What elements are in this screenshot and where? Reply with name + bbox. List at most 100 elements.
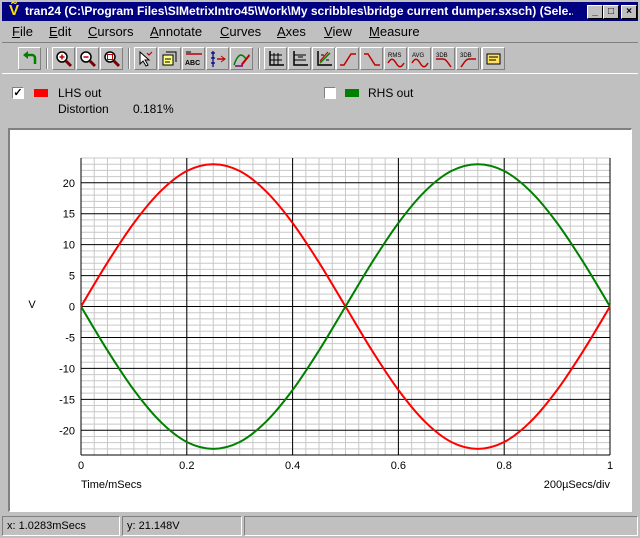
legend-panel: ✓ LHS out RHS out Distortion 0.181% xyxy=(2,80,638,124)
y-tick-label: -10 xyxy=(59,363,75,375)
lhs-color-swatch xyxy=(34,89,48,97)
annotate-icon xyxy=(162,51,177,66)
x-tick-label: 1 xyxy=(607,460,613,472)
curve-pen-button[interactable] xyxy=(230,47,253,70)
y-tick-label: 0 xyxy=(69,302,75,314)
abc-text: ABC xyxy=(185,60,200,67)
avg-button[interactable]: AVG xyxy=(408,47,431,70)
3db-lowpass-icon: 3DB xyxy=(436,53,452,68)
cursor-pointer-button[interactable] xyxy=(134,47,157,70)
3db-lowpass-button[interactable]: 3DB xyxy=(432,47,455,70)
rhs-color-swatch xyxy=(345,89,359,97)
properties-button[interactable] xyxy=(482,47,505,70)
3db-highpass-button[interactable]: 3DB xyxy=(456,47,479,70)
title-bar[interactable]: Ṽ tran24 (C:\Program Files\SIMetrixIntro… xyxy=(2,2,638,21)
app-window: Ṽ tran24 (C:\Program Files\SIMetrixIntro… xyxy=(0,0,640,538)
menu-view-label: iew xyxy=(332,24,352,39)
avg-text: AVG xyxy=(412,53,425,59)
menu-file-label: ile xyxy=(19,24,33,39)
scatter-axes-icon xyxy=(317,51,332,66)
grid-axes-icon xyxy=(269,51,284,66)
cursor-line-icon xyxy=(211,51,226,67)
menu-edit[interactable]: Edit xyxy=(49,24,71,39)
grid-lines-button[interactable] xyxy=(288,47,311,70)
menu-file-accel: F xyxy=(12,24,20,39)
distortion-label: Distortion xyxy=(58,102,109,116)
toolbar-separator xyxy=(258,48,260,69)
menu-cursors-accel: C xyxy=(88,24,98,39)
menu-edit-label: dit xyxy=(57,24,72,39)
menu-annotate-accel: A xyxy=(150,24,159,39)
status-x-cursor: x: 1.0283mSecs xyxy=(2,516,120,536)
status-empty-pane xyxy=(244,516,638,536)
zoom-in-icon xyxy=(56,51,73,68)
annotate-button[interactable] xyxy=(158,47,181,70)
menu-curves-label: urves xyxy=(229,24,262,39)
zoom-in-button[interactable] xyxy=(52,47,75,70)
x-tick-label: 0.2 xyxy=(179,460,194,472)
y-tick-label: -5 xyxy=(65,332,75,344)
cursor-pointer-icon xyxy=(139,50,153,67)
menu-axes-label: xes xyxy=(285,24,306,39)
menu-measure-accel: M xyxy=(369,24,380,39)
menu-edit-accel: E xyxy=(49,24,58,39)
zoom-full-button[interactable] xyxy=(100,47,123,70)
rise-time-icon xyxy=(340,53,356,66)
y-tick-label: -20 xyxy=(59,425,75,437)
menu-axes[interactable]: Axes xyxy=(277,24,306,39)
menu-cursors-label: ursors xyxy=(97,24,134,39)
menu-axes-accel: A xyxy=(277,24,286,39)
y-tick-label: -15 xyxy=(59,394,75,406)
3db-lowpass-text: 3DB xyxy=(436,53,448,59)
3db-highpass-text: 3DB xyxy=(460,53,472,59)
menu-annotate[interactable]: Annotate xyxy=(150,24,202,39)
y-tick-label: 15 xyxy=(63,209,75,221)
maximize-button[interactable]: □ xyxy=(603,5,619,19)
lhs-checkbox[interactable]: ✓ xyxy=(12,87,24,99)
avg-icon: AVG xyxy=(411,53,429,68)
rms-icon: RMS xyxy=(387,53,405,68)
simetrix-app-icon[interactable]: Ṽ xyxy=(6,3,22,19)
toolbar-separator xyxy=(46,48,48,69)
curve-pen-icon xyxy=(233,54,250,67)
rms-button[interactable]: RMS xyxy=(384,47,407,70)
properties-icon xyxy=(486,53,501,65)
grid-lines-icon xyxy=(293,51,308,66)
menu-measure[interactable]: Measure xyxy=(369,24,420,39)
text-abc-button[interactable]: ABC xyxy=(182,47,205,70)
menu-bar: File Edit Cursors Annotate Curves Axes V… xyxy=(2,22,638,41)
grid-axes-button[interactable] xyxy=(264,47,287,70)
menu-annotate-label: nnotate xyxy=(158,24,203,39)
x-tick-label: 0.8 xyxy=(497,460,512,472)
x-tick-label: 0 xyxy=(78,460,84,472)
undo-arrow-icon xyxy=(23,51,37,64)
close-button[interactable]: × xyxy=(621,5,637,19)
fall-time-button[interactable] xyxy=(360,47,383,70)
menu-measure-label: easure xyxy=(379,24,420,39)
scatter-axes-button[interactable] xyxy=(312,47,335,70)
cursor-line-button[interactable] xyxy=(206,47,229,70)
y-axis-label: V xyxy=(28,299,36,311)
waveform-plot[interactable]: 0 0.2 0.4 0.6 0.8 1 20 15 10 5 0 -5 -10 -15 -20 V Time/m… xyxy=(8,128,632,512)
x-tick-label: 0.6 xyxy=(391,460,406,472)
menu-curves[interactable]: Curves xyxy=(220,24,261,39)
y-tick-label: 5 xyxy=(69,271,75,283)
menu-curves-accel: C xyxy=(220,24,230,39)
x-axis-label: Time/mSecs xyxy=(81,479,142,491)
minimize-button[interactable]: _ xyxy=(587,5,603,19)
menu-view[interactable]: View xyxy=(324,24,352,39)
rms-text: RMS xyxy=(388,53,401,59)
3db-highpass-icon: 3DB xyxy=(460,53,476,68)
rhs-checkbox[interactable] xyxy=(324,87,336,99)
status-y-cursor: y: 21.148V xyxy=(122,516,242,536)
toolbar-separator xyxy=(128,48,130,69)
y-tick-label: 20 xyxy=(63,178,75,190)
zoom-full-icon xyxy=(104,51,121,68)
toolbar: ABC RMS AVG 3DB 3DB xyxy=(2,42,638,74)
menu-cursors[interactable]: Cursors xyxy=(88,24,134,39)
window-title: tran24 (C:\Program Files\SIMetrixIntro45… xyxy=(25,4,573,18)
menu-file[interactable]: File xyxy=(12,24,33,39)
rise-time-button[interactable] xyxy=(336,47,359,70)
undo-zoom-button[interactable] xyxy=(18,47,41,70)
zoom-out-button[interactable] xyxy=(76,47,99,70)
